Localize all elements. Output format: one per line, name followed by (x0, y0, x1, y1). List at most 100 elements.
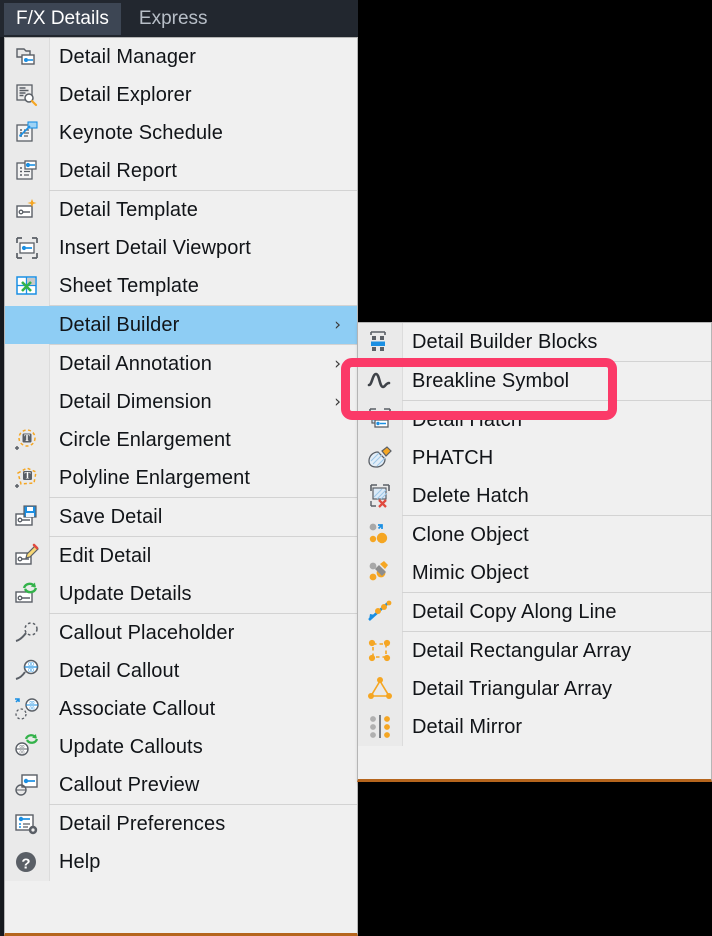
menu-item-label: Sheet Template (59, 274, 200, 297)
menu-item-insert-detail-viewport[interactable]: Insert Detail Viewport (5, 229, 357, 267)
edit-detail-icon (5, 537, 49, 575)
submenu-item-delete-hatch[interactable]: Delete Hatch (358, 477, 711, 515)
menu-item-help[interactable]: ? Help (5, 843, 357, 881)
phatch-icon (358, 439, 402, 477)
menu-item-detail-manager[interactable]: Detail Manager (5, 38, 357, 76)
mimic-object-icon (358, 554, 402, 592)
update-callouts-icon: 00 00 (5, 728, 49, 766)
menu-item-detail-dimension[interactable]: Detail Dimension › (5, 383, 357, 421)
menu-item-label: Keynote Schedule (59, 121, 223, 144)
submenu-item-detail-builder-blocks[interactable]: Detail Builder Blocks (358, 323, 711, 361)
detail-copy-along-line-icon (358, 593, 402, 631)
update-details-icon (5, 575, 49, 613)
menu-item-label: Associate Callout (59, 697, 216, 720)
menu-item-label: Edit Detail (59, 544, 152, 567)
menu-item-sheet-template[interactable]: Sheet Template (5, 267, 357, 305)
circle-enlargement-icon: T (5, 421, 49, 459)
menu-item-label: Detail Dimension (59, 390, 212, 413)
menu-item-label: Callout Placeholder (59, 621, 235, 644)
menu-item-label: Detail Builder Blocks (412, 330, 598, 353)
breakline-symbol-icon (358, 362, 402, 400)
menu-item-label: Detail Preferences (59, 812, 226, 835)
menu-item-associate-callout[interactable]: 00 00 Associate Callout (5, 690, 357, 728)
submenu-item-detail-hatch[interactable]: Detail Hatch (358, 401, 711, 439)
detail-builder-blocks-icon (358, 323, 402, 361)
menu-item-label: Save Detail (59, 505, 163, 528)
svg-text:00: 00 (30, 706, 35, 711)
menu-item-detail-callout[interactable]: 00 00 Detail Callout (5, 652, 357, 690)
detail-template-icon (5, 191, 49, 229)
menu-item-label: Polyline Enlargement (59, 466, 250, 489)
svg-text:00: 00 (20, 750, 25, 755)
detail-report-icon (5, 152, 49, 190)
menu-item-detail-template[interactable]: Detail Template (5, 191, 357, 229)
menu-item-label: Detail Rectangular Array (412, 639, 632, 662)
menu-item-save-detail[interactable]: Save Detail (5, 498, 357, 536)
menu-item-polyline-enlargement[interactable]: T Polyline Enlargement (5, 459, 357, 497)
callout-preview-icon (5, 766, 49, 804)
detail-builder-submenu: Detail Builder Blocks Breakline Symbol Det… (357, 322, 712, 782)
detail-mirror-icon (358, 708, 402, 746)
svg-text:00: 00 (20, 744, 25, 749)
submenu-item-breakline-symbol[interactable]: Breakline Symbol (358, 362, 711, 400)
menu-item-label: Detail Explorer (59, 83, 192, 106)
menu-item-label: Detail Annotation (59, 352, 212, 375)
menu-item-label: Clone Object (412, 523, 529, 546)
chevron-right-icon: › (334, 354, 341, 374)
menu-item-keynote-schedule[interactable]: Keynote Schedule (5, 114, 357, 152)
submenu-item-detail-triangular-array[interactable]: Detail Triangular Array (358, 670, 711, 708)
clone-object-icon (358, 516, 402, 554)
none (5, 345, 49, 383)
none (5, 383, 49, 421)
keynote-schedule-icon (5, 114, 49, 152)
menu-item-label: Detail Hatch (412, 408, 523, 431)
svg-text:T: T (24, 471, 30, 481)
fx-details-dropdown-menu: Detail Manager Detail Explorer Keynote Sch… (4, 37, 358, 936)
menu-item-label: Circle Enlargement (59, 428, 231, 451)
menubar-item-fx-details[interactable]: F/X Details (4, 2, 121, 35)
menu-item-edit-detail[interactable]: Edit Detail (5, 537, 357, 575)
menu-item-label: Update Details (59, 582, 192, 605)
menu-bar: F/X Details Express (0, 0, 358, 37)
associate-callout-icon: 00 00 (5, 690, 49, 728)
menu-item-update-callouts[interactable]: 00 00 Update Callouts (5, 728, 357, 766)
chevron-right-icon: › (334, 315, 341, 335)
menubar-item-express[interactable]: Express (127, 3, 220, 35)
menu-item-label: Detail Mirror (412, 715, 523, 738)
menu-item-label: Mimic Object (412, 561, 529, 584)
menu-item-label: Detail Template (59, 198, 198, 221)
submenu-item-clone-object[interactable]: Clone Object (358, 516, 711, 554)
menu-item-detail-explorer[interactable]: Detail Explorer (5, 76, 357, 114)
none (5, 306, 49, 344)
menu-item-update-details[interactable]: Update Details (5, 575, 357, 613)
submenu-item-mimic-object[interactable]: Mimic Object (358, 554, 711, 592)
menu-item-callout-placeholder[interactable]: Callout Placeholder (5, 614, 357, 652)
chevron-right-icon: › (334, 392, 341, 412)
menu-item-label: Detail Manager (59, 45, 197, 68)
menu-item-label: Insert Detail Viewport (59, 236, 251, 259)
detail-preferences-icon (5, 805, 49, 843)
menu-item-label: Detail Builder (59, 313, 180, 336)
detail-triangular-array-icon (358, 670, 402, 708)
svg-text:T: T (24, 433, 30, 443)
menu-item-label: Callout Preview (59, 773, 200, 796)
help-icon: ? (5, 843, 49, 881)
sheet-template-icon (5, 267, 49, 305)
menu-item-callout-preview[interactable]: Callout Preview (5, 766, 357, 804)
submenu-item-detail-rectangular-array[interactable]: Detail Rectangular Array (358, 632, 711, 670)
menu-item-label: Update Callouts (59, 735, 203, 758)
polyline-enlargement-icon: T (5, 459, 49, 497)
menu-item-detail-annotation[interactable]: Detail Annotation › (5, 345, 357, 383)
menu-item-detail-builder[interactable]: Detail Builder › (5, 306, 357, 344)
menu-item-detail-report[interactable]: Detail Report (5, 152, 357, 190)
submenu-item-phatch[interactable]: PHATCH (358, 439, 711, 477)
detail-hatch-icon (358, 401, 402, 439)
submenu-item-detail-copy-along-line[interactable]: Detail Copy Along Line (358, 593, 711, 631)
detail-callout-icon: 00 00 (5, 652, 49, 690)
callout-placeholder-icon (5, 614, 49, 652)
menu-item-circle-enlargement[interactable]: T Circle Enlargement (5, 421, 357, 459)
menu-item-label: Help (59, 850, 101, 873)
insert-detail-viewport-icon (5, 229, 49, 267)
submenu-item-detail-mirror[interactable]: Detail Mirror (358, 708, 711, 746)
menu-item-detail-preferences[interactable]: Detail Preferences (5, 805, 357, 843)
